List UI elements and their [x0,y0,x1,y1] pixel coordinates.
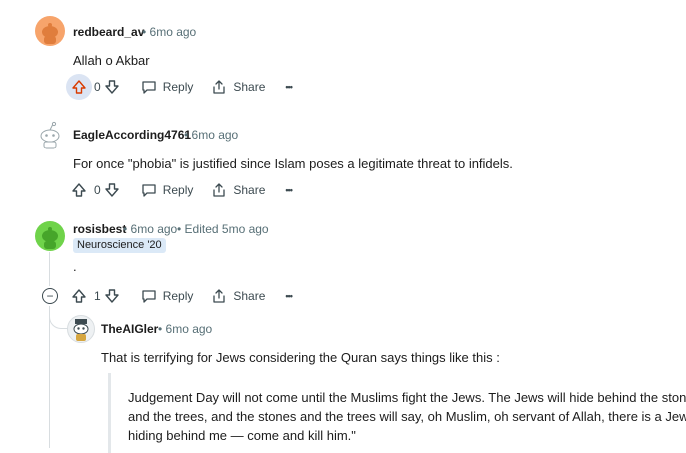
downvote-button[interactable] [99,177,125,203]
reply-button[interactable]: Reply [135,75,200,99]
comment-body: Allah o Akbar [73,53,150,68]
avatar[interactable] [35,119,65,149]
comment-body: For once "phobia" is justified since Isl… [73,156,513,171]
thread-line [49,252,50,286]
upvote-icon [72,289,86,303]
action-bar: 1 Reply Share ••• [66,284,298,308]
share-button[interactable]: Share [205,75,271,99]
quote-line: and the trees, and the stones and the tr… [128,409,686,424]
snoo-avatar-icon [42,23,58,44]
upvote-icon [72,80,86,94]
collapse-icon: − [46,289,54,303]
username[interactable]: TheAIGler [101,322,158,336]
username[interactable]: rosisbest [73,222,126,236]
more-options-button[interactable]: ••• [279,284,297,308]
timestamp[interactable]: • 6mo ago [142,25,196,39]
more-icon: ••• [285,82,293,92]
reply-label: Reply [162,80,194,94]
share-label: Share [233,289,266,303]
avatar[interactable] [67,315,95,343]
share-button[interactable]: Share [205,284,271,308]
downvote-icon [104,183,119,197]
downvote-icon [104,80,119,94]
username[interactable]: redbeard_av [73,25,144,39]
comment-body: That is terrifying for Jews considering … [101,350,500,365]
thread-connector [49,306,68,329]
more-icon: ••• [285,185,293,195]
share-icon [213,183,226,197]
share-icon [213,80,226,94]
snoo-avatar-icon [40,121,60,149]
action-bar: 0 Reply Share ••• [66,178,298,202]
timestamp[interactable]: • 6mo ago [158,322,212,336]
thread-line-reply [49,306,50,448]
timestamp[interactable]: • 6mo ago [184,128,238,142]
share-button[interactable]: Share [205,178,271,202]
more-options-button[interactable]: ••• [279,178,297,202]
more-options-button[interactable]: ••• [279,75,297,99]
upvote-button[interactable] [66,177,92,203]
reply-icon [142,81,156,94]
share-icon [213,289,226,303]
share-label: Share [233,183,266,197]
snoo-avatar-icon [42,227,58,249]
avatar[interactable] [35,16,65,46]
avatar[interactable] [35,221,65,251]
snoo-avatar-icon [73,319,89,341]
collapse-thread-button[interactable]: − [42,288,58,304]
downvote-button[interactable] [99,74,125,100]
reply-label: Reply [162,289,194,303]
more-icon: ••• [285,291,293,301]
upvote-button[interactable] [66,283,92,309]
downvote-button[interactable] [99,283,125,309]
upvote-icon [72,183,86,197]
downvote-icon [104,289,119,303]
timestamp[interactable]: • 6mo ago [123,222,177,236]
action-bar: 0 Reply Share ••• [66,74,298,100]
quote-line: Judgement Day will not come until the Mu… [128,390,686,405]
edited-label: • Edited 5mo ago [177,222,269,236]
user-flair: Neuroscience '20 [73,238,166,253]
reply-button[interactable]: Reply [135,178,200,202]
reply-icon [142,290,156,303]
upvote-button[interactable] [66,74,92,100]
comment-body: . [73,259,77,274]
username[interactable]: EagleAccording4761 [73,128,191,142]
share-label: Share [233,80,266,94]
reply-button[interactable]: Reply [135,284,200,308]
quote-line: hiding behind me — come and kill him." [128,428,356,443]
reply-label: Reply [162,183,194,197]
reply-icon [142,184,156,197]
